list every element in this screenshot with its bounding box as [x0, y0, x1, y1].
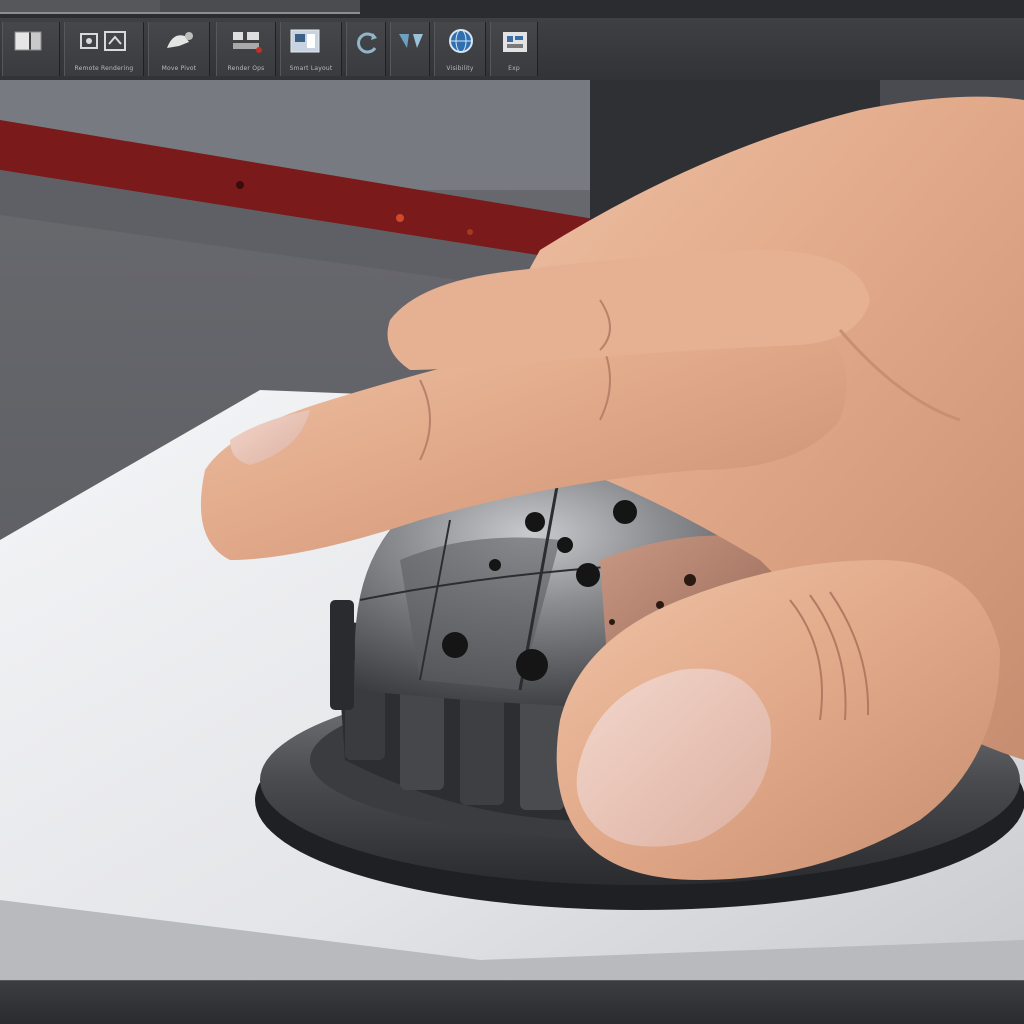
toolbar-group-label: Move Pivot [161, 65, 197, 72]
pivot-tool-icon[interactable] [159, 28, 201, 54]
toolbar-group-label: Visibility [446, 65, 474, 72]
toolbar-group-move-pivot[interactable]: Move Pivot [148, 22, 210, 76]
refresh-icon[interactable] [353, 28, 381, 56]
toolbar-group-refresh[interactable] [346, 22, 386, 76]
toolbar-group-split[interactable] [390, 22, 430, 76]
render-settings-icon[interactable] [77, 28, 133, 54]
toolbar-group-label: Exp [508, 65, 520, 72]
render-ops-icon[interactable] [229, 28, 265, 54]
document-tab[interactable] [0, 0, 160, 14]
toolbar-group-remote-rendering[interactable]: Remote Rendering [64, 22, 144, 76]
toolbar-group-label: Remote Rendering [74, 65, 134, 72]
modeling-app-window: Remote Rendering Move Pivot Render Ops S… [0, 0, 1024, 1024]
panel-toggle-icon[interactable] [13, 28, 47, 54]
toolbar-group-smart-layout[interactable]: Smart Layout [280, 22, 342, 76]
ribbon-toolbar: Remote Rendering Move Pivot Render Ops S… [0, 18, 1024, 82]
toolbar-group-label: Smart Layout [289, 65, 333, 72]
toolbar-group-render-ops[interactable]: Render Ops [216, 22, 276, 76]
document-tab[interactable] [160, 0, 360, 14]
split-icon[interactable] [395, 28, 427, 56]
export-icon[interactable] [499, 28, 531, 56]
toolbar-group-label: Render Ops [227, 65, 265, 72]
toolbar-group-panel[interactable] [2, 22, 60, 76]
viewport-scene [0, 80, 1024, 980]
title-strip [0, 0, 1024, 18]
toolbar-group-export[interactable]: Exp [490, 22, 538, 76]
globe-icon[interactable] [445, 28, 477, 56]
toolbar-group-visibility[interactable]: Visibility [434, 22, 486, 76]
status-bar [0, 980, 1024, 1024]
render-viewport[interactable] [0, 80, 1024, 980]
layout-icon[interactable] [289, 28, 323, 56]
